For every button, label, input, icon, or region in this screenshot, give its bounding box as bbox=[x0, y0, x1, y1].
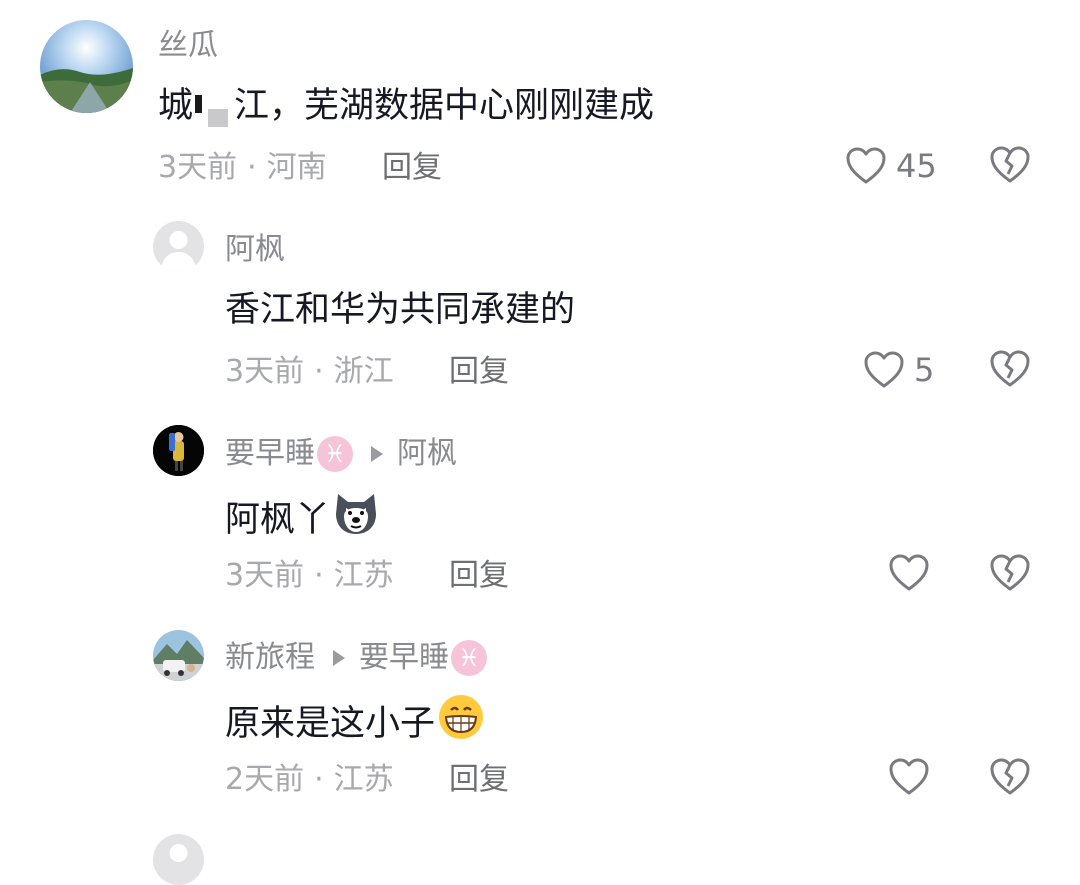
comment-text-part: 原来是这小子 bbox=[225, 703, 436, 744]
reply-button[interactable]: 回复 bbox=[382, 148, 442, 188]
timestamp: 2天前 bbox=[225, 762, 305, 797]
broken-heart-icon bbox=[990, 350, 1030, 388]
heart-outline-icon bbox=[846, 147, 886, 185]
reply-to-username[interactable]: 阿枫 bbox=[397, 434, 457, 474]
timestamp: 3天前 bbox=[158, 150, 238, 185]
redaction-mark bbox=[208, 109, 229, 127]
username-text[interactable]: 要早睡 bbox=[225, 434, 315, 474]
reply-button[interactable]: 回复 bbox=[449, 556, 509, 596]
redaction-mark bbox=[195, 95, 203, 113]
username[interactable]: 丝瓜 bbox=[158, 26, 218, 66]
separator: · bbox=[314, 762, 324, 797]
avatar[interactable] bbox=[153, 425, 204, 476]
comment-text-part: 江，芜湖数据中心刚刚建成 bbox=[234, 86, 655, 126]
like-button[interactable]: 5 bbox=[864, 350, 934, 390]
avatar[interactable] bbox=[153, 221, 204, 272]
comment-meta: 3天前 · 江苏 bbox=[225, 556, 394, 596]
username-text[interactable]: 阿枫 bbox=[225, 230, 285, 270]
comment-meta: 2天前 · 江苏 bbox=[225, 760, 394, 800]
comment-text: 城江，芜湖数据中心刚刚建成 bbox=[158, 82, 654, 130]
comment-meta: 3天前 · 河南 bbox=[158, 148, 327, 188]
comment-text: 阿枫丫 bbox=[225, 490, 380, 549]
heart-outline-icon bbox=[864, 351, 904, 389]
like-count: 45 bbox=[896, 147, 937, 185]
comment-text-part: 城 bbox=[158, 86, 194, 126]
husky-dog-emoji-icon bbox=[332, 490, 380, 549]
username-text[interactable]: 新旅程 bbox=[225, 638, 315, 678]
avatar[interactable] bbox=[40, 20, 133, 113]
like-button[interactable] bbox=[889, 758, 929, 796]
location: 河南 bbox=[266, 150, 327, 185]
heart-outline-icon bbox=[889, 554, 929, 592]
dislike-button[interactable] bbox=[990, 350, 1030, 388]
dislike-button[interactable] bbox=[990, 146, 1030, 184]
like-button[interactable]: 45 bbox=[846, 146, 937, 186]
username: 新旅程 要早睡 ♓ bbox=[225, 638, 487, 678]
reply-button[interactable]: 回复 bbox=[449, 760, 509, 800]
username-text[interactable]: 丝瓜 bbox=[158, 26, 218, 66]
comment-meta: 3天前 · 浙江 bbox=[225, 352, 394, 392]
comment-text-part: 阿枫丫 bbox=[225, 499, 331, 540]
dislike-button[interactable] bbox=[990, 758, 1030, 796]
separator: · bbox=[247, 150, 257, 185]
broken-heart-icon bbox=[990, 146, 1030, 184]
like-count: 5 bbox=[914, 351, 935, 389]
separator: · bbox=[314, 558, 324, 593]
reply-button[interactable]: 回复 bbox=[449, 352, 509, 392]
heart-outline-icon bbox=[889, 758, 929, 796]
avatar[interactable] bbox=[153, 834, 204, 885]
comment-text: 原来是这小子 bbox=[225, 694, 485, 753]
broken-heart-icon bbox=[990, 554, 1030, 592]
location: 江苏 bbox=[333, 762, 394, 797]
location: 浙江 bbox=[333, 354, 394, 389]
timestamp: 3天前 bbox=[225, 354, 305, 389]
comment-text: 香江和华为共同承建的 bbox=[225, 290, 576, 330]
dislike-button[interactable] bbox=[990, 554, 1030, 592]
separator: · bbox=[314, 354, 324, 389]
pisces-badge-icon: ♓ bbox=[451, 640, 487, 676]
avatar[interactable] bbox=[153, 630, 204, 681]
pisces-badge-icon: ♓ bbox=[317, 436, 353, 472]
grinning-face-emoji-icon bbox=[437, 694, 485, 753]
timestamp: 3天前 bbox=[225, 558, 305, 593]
location: 江苏 bbox=[333, 558, 394, 593]
username[interactable]: 阿枫 bbox=[225, 230, 285, 270]
reply-arrow-icon bbox=[333, 650, 345, 666]
like-button[interactable] bbox=[889, 554, 929, 592]
reply-to-username[interactable]: 要早睡 bbox=[359, 638, 449, 678]
username: 要早睡 ♓ 阿枫 bbox=[225, 434, 457, 474]
reply-arrow-icon bbox=[371, 446, 383, 462]
broken-heart-icon bbox=[990, 758, 1030, 796]
